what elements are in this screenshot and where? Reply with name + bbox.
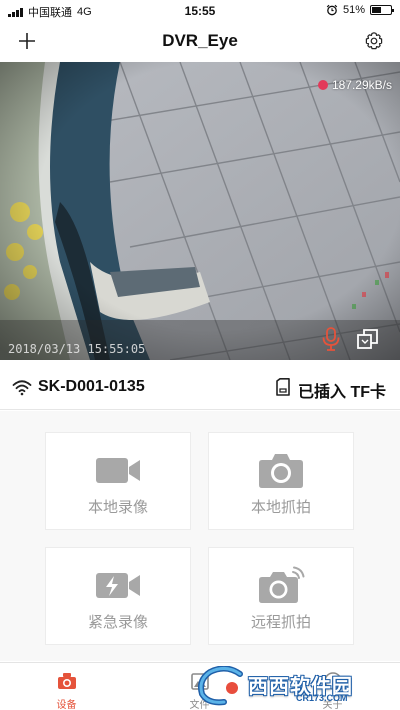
switch-camera-icon[interactable] (356, 327, 380, 351)
recording-indicator (317, 80, 328, 90)
camera-feed-image (0, 62, 400, 360)
device-info-row: SK-D001-0135 已插入 TF卡 (0, 366, 400, 410)
sd-card-icon (276, 378, 290, 396)
stream-speed: 187.29kB/s (317, 78, 392, 92)
local-record-button[interactable]: 本地录像 (45, 432, 191, 530)
nav-bar: DVR_Eye (0, 22, 400, 60)
local-snapshot-label: 本地抓拍 (250, 499, 311, 516)
battery-fill (372, 7, 381, 13)
microphone-icon[interactable] (320, 326, 342, 352)
gear-icon[interactable] (364, 31, 384, 51)
video-timestamp: 2018/03/13 15:55:05 (8, 342, 146, 356)
emergency-record-label: 紧急录像 (87, 614, 148, 631)
local-record-label: 本地录像 (87, 499, 148, 516)
tf-card-status: 已插入 TF卡 (298, 384, 386, 401)
dashcam-icon (56, 671, 78, 691)
local-snapshot-button[interactable]: 本地抓拍 (208, 432, 354, 530)
tab-device-label: 设备 (56, 700, 77, 710)
action-grid: 本地录像 本地抓拍 紧急录像 远程抓拍 (0, 411, 400, 661)
page-title: DVR_Eye (162, 31, 238, 50)
remote-snapshot-button[interactable]: 远程抓拍 (208, 547, 354, 645)
status-bar: 中国联通 4G 15:55 51% (0, 0, 400, 20)
site-watermark: 西西软件园 CR173.COM (196, 665, 386, 706)
device-name: SK-D001-0135 (38, 378, 145, 395)
alarm-icon (326, 4, 338, 16)
photo-camera-icon (257, 451, 305, 489)
watermark-logo (198, 665, 243, 706)
plus-icon[interactable] (14, 28, 40, 54)
watermark-url: CR173.COM (296, 693, 348, 703)
video-camera-icon (94, 451, 142, 489)
remote-snapshot-label: 远程抓拍 (250, 614, 311, 631)
live-video-preview[interactable]: 187.29kB/s 2018/03/13 15:55:05 (0, 62, 400, 360)
stream-speed-value: 187.29kB/s (331, 78, 392, 92)
battery-percent: 51% (342, 4, 365, 16)
remote-camera-icon (257, 566, 305, 604)
tab-device[interactable]: 设备 (0, 663, 133, 710)
battery-icon (370, 5, 394, 15)
emergency-video-icon (94, 566, 142, 604)
emergency-record-button[interactable]: 紧急录像 (45, 547, 191, 645)
status-right: 51% (326, 4, 394, 16)
wifi-icon (12, 378, 32, 396)
